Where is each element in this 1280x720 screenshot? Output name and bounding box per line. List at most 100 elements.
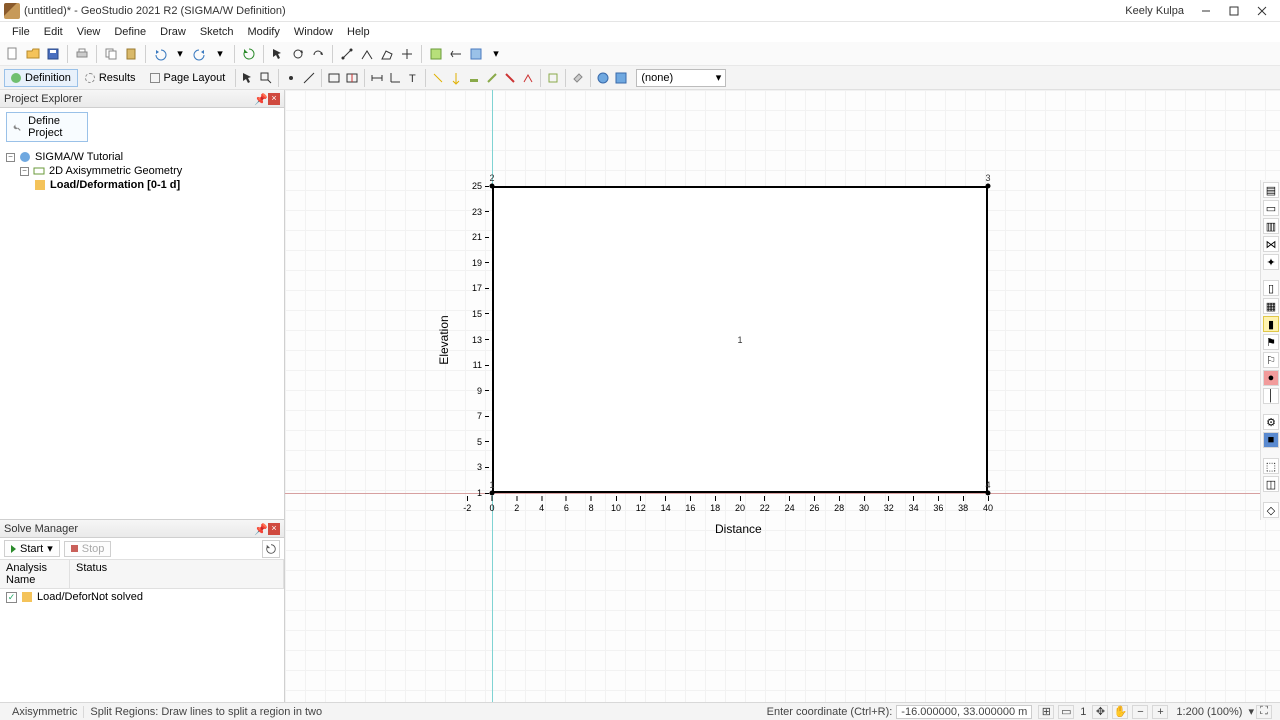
- rt-layers-icon[interactable]: ▤: [1263, 182, 1279, 198]
- redo-dropdown-icon[interactable]: ▾: [211, 45, 229, 63]
- edit-regions-icon[interactable]: [378, 45, 396, 63]
- pan-icon[interactable]: ✋: [1112, 705, 1128, 719]
- coord-input[interactable]: -16.000000, 33.000000 m: [896, 705, 1032, 719]
- paint-icon[interactable]: [569, 69, 587, 87]
- text-tool-icon[interactable]: T: [404, 69, 422, 87]
- region-point[interactable]: [490, 184, 495, 189]
- rt-tool-a-icon[interactable]: ⬚: [1263, 458, 1279, 474]
- menu-define[interactable]: Define: [108, 24, 152, 40]
- zoom-in-icon[interactable]: +: [1152, 705, 1168, 719]
- rt-sparkle-icon[interactable]: ✦: [1263, 254, 1279, 270]
- chevron-down-icon[interactable]: ▾: [1248, 705, 1254, 718]
- drawing-canvas[interactable]: Elevation Distance 135791113151719212325…: [285, 90, 1280, 702]
- menu-help[interactable]: Help: [341, 24, 376, 40]
- units-icon[interactable]: ⊞: [1038, 705, 1054, 719]
- rt-doc-icon[interactable]: ▯: [1263, 280, 1279, 296]
- maximize-button[interactable]: [1220, 1, 1248, 21]
- redo-icon[interactable]: [191, 45, 209, 63]
- split-region-icon[interactable]: [343, 69, 361, 87]
- rt-flag-icon[interactable]: ⚑: [1263, 334, 1279, 350]
- solve-row[interactable]: ✓ Load/Defor… Not solved: [0, 589, 284, 605]
- region-point[interactable]: [490, 491, 495, 496]
- refresh-icon[interactable]: [240, 45, 258, 63]
- rt-join-icon[interactable]: ⋈: [1263, 236, 1279, 252]
- new-icon[interactable]: [4, 45, 22, 63]
- menu-sketch[interactable]: Sketch: [194, 24, 240, 40]
- pin-icon[interactable]: 📌: [254, 93, 266, 105]
- rt-rect-icon[interactable]: ▭: [1263, 200, 1279, 216]
- menu-modify[interactable]: Modify: [241, 24, 285, 40]
- menu-file[interactable]: File: [6, 24, 36, 40]
- materials-icon[interactable]: [427, 45, 445, 63]
- solve-stop-button[interactable]: Stop: [64, 541, 112, 557]
- col-analysis-name[interactable]: Analysis Name: [0, 560, 70, 588]
- redo2-icon[interactable]: [309, 45, 327, 63]
- tree-analysis[interactable]: Load/Deformation [0-1 d]: [50, 179, 180, 191]
- minimize-button[interactable]: [1192, 1, 1220, 21]
- rt-stack-icon[interactable]: ▥: [1263, 218, 1279, 234]
- panel-close-icon[interactable]: ×: [268, 93, 280, 105]
- menu-edit[interactable]: Edit: [38, 24, 69, 40]
- paste-icon[interactable]: [122, 45, 140, 63]
- draw-line-icon[interactable]: [300, 69, 318, 87]
- rt-grid-icon[interactable]: ▦: [1263, 298, 1279, 314]
- arrow-tool-icon[interactable]: [269, 45, 287, 63]
- region-point[interactable]: [986, 184, 991, 189]
- mode-results[interactable]: Results: [78, 69, 143, 87]
- layer-dropdown[interactable]: (none) ▾: [636, 69, 726, 87]
- region-point[interactable]: [986, 491, 991, 496]
- close-button[interactable]: [1248, 1, 1276, 21]
- rt-line-icon[interactable]: │: [1263, 388, 1279, 404]
- solve-start-button[interactable]: Start▾: [4, 540, 60, 557]
- bc-tool4-icon[interactable]: [483, 69, 501, 87]
- draw-point-icon[interactable]: [282, 69, 300, 87]
- undo-dropdown-icon[interactable]: ▾: [171, 45, 189, 63]
- zoom-out-icon[interactable]: −: [1132, 705, 1148, 719]
- mode-pagelayout[interactable]: Page Layout: [143, 69, 233, 87]
- rt-pin-icon[interactable]: ⚐: [1263, 352, 1279, 368]
- save-icon[interactable]: [44, 45, 62, 63]
- fit-icon[interactable]: ⛶: [1256, 705, 1272, 719]
- project-tree[interactable]: −SIGMA/W Tutorial −2D Axisymmetric Geome…: [0, 146, 284, 196]
- panel-close-icon[interactable]: ×: [268, 523, 280, 535]
- collapse-icon[interactable]: −: [6, 153, 15, 162]
- rt-color-icon[interactable]: ■: [1263, 432, 1279, 448]
- define-project-button[interactable]: Define Project: [6, 112, 88, 142]
- dim-tool-icon[interactable]: [368, 69, 386, 87]
- draw-region-icon[interactable]: [325, 69, 343, 87]
- solve-refresh-icon[interactable]: [262, 540, 280, 558]
- menu-view[interactable]: View: [71, 24, 107, 40]
- mode-definition[interactable]: Definition: [4, 69, 78, 87]
- rt-settings-icon[interactable]: ⚙: [1263, 414, 1279, 430]
- solve-dropdown-icon[interactable]: ▾: [487, 45, 505, 63]
- pin-icon[interactable]: 📌: [254, 523, 266, 535]
- bc-tool2-icon[interactable]: [447, 69, 465, 87]
- page-icon[interactable]: ▭: [1058, 705, 1074, 719]
- rt-tool-b-icon[interactable]: ◫: [1263, 476, 1279, 492]
- axis-tool-icon[interactable]: [386, 69, 404, 87]
- tree-geometry[interactable]: 2D Axisymmetric Geometry: [49, 165, 182, 177]
- bc-tool6-icon[interactable]: [519, 69, 537, 87]
- undo-icon[interactable]: [151, 45, 169, 63]
- history-tool-icon[interactable]: [544, 69, 562, 87]
- edit-points-icon[interactable]: [338, 45, 356, 63]
- zoom-window-icon[interactable]: [257, 69, 275, 87]
- tree-root[interactable]: SIGMA/W Tutorial: [35, 151, 123, 163]
- collapse-icon[interactable]: −: [20, 167, 29, 176]
- select-tool-icon[interactable]: [239, 69, 257, 87]
- bc-tool1-icon[interactable]: [429, 69, 447, 87]
- zoom-level[interactable]: 1:200 (100%): [1170, 706, 1248, 718]
- solve-icon[interactable]: [467, 45, 485, 63]
- snap-icon[interactable]: ✥: [1092, 705, 1108, 719]
- row-checkbox[interactable]: ✓: [6, 592, 17, 603]
- col-status[interactable]: Status: [70, 560, 284, 588]
- rt-tool-c-icon[interactable]: ◇: [1263, 502, 1279, 518]
- menu-window[interactable]: Window: [288, 24, 339, 40]
- define-bc-icon[interactable]: [447, 45, 465, 63]
- rt-highlight-icon[interactable]: ▮: [1263, 316, 1279, 332]
- copy-icon[interactable]: [102, 45, 120, 63]
- window-icon[interactable]: [612, 69, 630, 87]
- open-icon[interactable]: [24, 45, 42, 63]
- rotate-icon[interactable]: [289, 45, 307, 63]
- globe-icon[interactable]: [594, 69, 612, 87]
